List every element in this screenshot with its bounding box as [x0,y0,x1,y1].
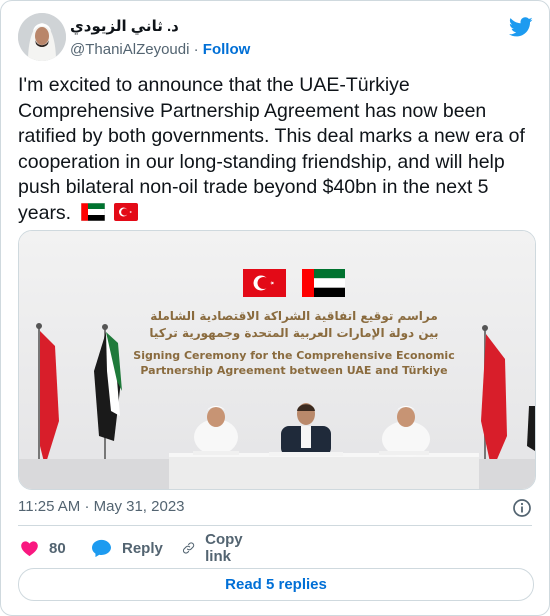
tweet-text: I'm excited to announce that the UAE-Tür… [18,73,538,226]
tweet-time: 11:25 AM [18,498,81,515]
author-handle-row: @ThaniAlZeyoudi · Follow [70,40,250,60]
copy-link-button[interactable]: Copy link [182,531,250,565]
uae-flag-icon [80,202,105,221]
link-icon [183,542,195,554]
tweet-photo[interactable]: مراسم توقيع اتفاقية الشراكة الاقتصادية ا… [18,230,536,490]
banner-arabic-line1: مراسم توقيع اتفاقية الشراكة الاقتصادية ا… [150,309,438,324]
like-count: 80 [49,539,66,557]
tweet-date: May 31, 2023 [93,498,185,515]
tweet-header: د. ثاني الزيودي @ThaniAlZeyoudi · Follow [18,13,533,63]
tweet-card: د. ثاني الزيودي @ThaniAlZeyoudi · Follow… [0,0,550,616]
like-button[interactable]: 80 [20,537,66,559]
author-names: د. ثاني الزيودي @ThaniAlZeyoudi · Follow [70,17,250,60]
turkey-flag-icon [113,202,138,221]
read-replies-button[interactable]: Read 5 replies [18,568,534,601]
author-handle[interactable]: @ThaniAlZeyoudi [70,41,189,58]
tweet-timestamp[interactable]: 11:25 AM · May 31, 2023 [18,498,185,515]
follow-button[interactable]: Follow [203,41,251,58]
heart-icon [21,540,38,556]
author-avatar[interactable] [18,13,66,61]
timestamp-separator: · [84,498,90,515]
divider [18,525,532,526]
handle-separator: · [193,41,199,58]
banner-english-line2: Partnership Agreement between UAE and Tü… [140,364,447,377]
copy-link-label: Copy link [205,531,243,565]
banner-arabic-line2: بين دولة الإمارات العربية المتحدة وجمهور… [149,326,438,341]
author-display-name[interactable]: د. ثاني الزيودي [70,17,250,37]
twitter-bird-icon[interactable] [509,15,533,39]
reply-button[interactable]: Reply [91,537,163,559]
info-icon[interactable] [512,498,532,518]
tweet-body: I'm excited to announce that the UAE-Tür… [18,74,525,224]
speech-bubble-icon [92,539,111,557]
reply-label: Reply [122,539,163,557]
banner-english-line1: Signing Ceremony for the Comprehensive E… [133,349,454,362]
